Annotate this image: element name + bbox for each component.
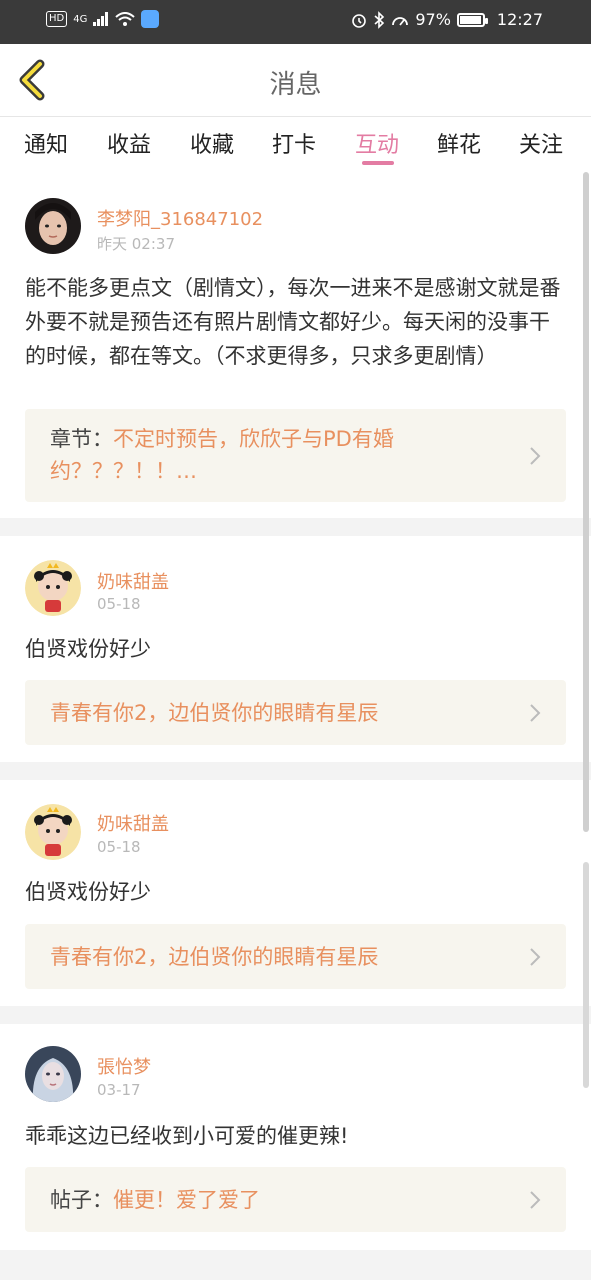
reference-title: 青春有你2，边伯贤你的眼睛有星辰 xyxy=(50,945,379,969)
scrollbar-thumb[interactable] xyxy=(583,862,589,1088)
chevron-right-icon xyxy=(530,948,541,966)
battery-icon xyxy=(456,12,488,27)
reference-title: 催更！爱了爱了 xyxy=(113,1188,260,1212)
reference-link[interactable]: 青春有你2，边伯贤你的眼睛有星辰 xyxy=(25,680,566,745)
tab-favorites[interactable]: 收藏 xyxy=(190,127,234,159)
comment-text: 能不能多更点文（剧情文），每次一进来不是感谢文就是番外要不就是预告还有照片剧情文… xyxy=(25,276,561,368)
comment-text: 伯贤戏份好少 xyxy=(25,637,151,661)
username[interactable]: 李梦阳_316847102 xyxy=(97,205,263,231)
username[interactable]: 張怡梦 xyxy=(97,1053,151,1079)
tab-notice[interactable]: 通知 xyxy=(24,127,68,159)
comment-text: 乖乖这边已经收到小可爱的催更辣! xyxy=(25,1124,349,1148)
timestamp: 昨天 02:37 xyxy=(97,235,175,253)
tab-earnings[interactable]: 收益 xyxy=(107,127,151,159)
reference-type-label: 章节： xyxy=(50,427,113,451)
tab-checkin[interactable]: 打卡 xyxy=(272,127,316,159)
chevron-right-icon xyxy=(530,447,541,465)
active-tab-indicator xyxy=(362,161,394,165)
speed-icon xyxy=(392,16,409,26)
status-bar: HD 4G 97% 12:27 xyxy=(0,0,591,44)
reference-link[interactable]: 帖子：催更！爱了爱了 xyxy=(25,1167,566,1232)
message-card[interactable]: 奶味甜盖 05-18 伯贤戏份好少 青春有你2，边伯贤你的眼睛有星辰 xyxy=(0,536,591,762)
bluetooth-icon xyxy=(374,10,385,29)
app-notification-icon xyxy=(141,10,160,28)
tab-bar: 通知 收益 收藏 打卡 互动 鲜花 关注 xyxy=(0,117,591,172)
message-card[interactable]: 張怡梦 03-17 乖乖这边已经收到小可爱的催更辣! 帖子：催更！爱了爱了 xyxy=(0,1024,591,1250)
chevron-right-icon xyxy=(530,704,541,722)
username[interactable]: 奶味甜盖 xyxy=(97,810,169,836)
avatar[interactable] xyxy=(25,804,81,860)
nav-header: 消息 xyxy=(0,44,591,117)
signal-icon xyxy=(93,12,109,26)
reference-type-label: 帖子： xyxy=(50,1188,113,1212)
network-type: 4G xyxy=(73,13,88,25)
hd-indicator: HD xyxy=(46,11,68,27)
reference-title: 青春有你2，边伯贤你的眼睛有星辰 xyxy=(50,701,379,725)
scrollbar-track[interactable] xyxy=(583,172,589,832)
page-title: 消息 xyxy=(269,70,322,100)
clock: 12:27 xyxy=(496,10,543,29)
comment-text: 伯贤戏份好少 xyxy=(25,880,151,904)
chevron-right-icon xyxy=(530,1191,541,1209)
reference-link[interactable]: 青春有你2，边伯贤你的眼睛有星辰 xyxy=(25,924,566,989)
alarm-icon xyxy=(352,13,367,28)
tab-following[interactable]: 关注 xyxy=(519,127,563,159)
battery-percent: 97% xyxy=(415,10,451,29)
tab-flowers[interactable]: 鲜花 xyxy=(437,127,481,159)
timestamp: 05-18 xyxy=(97,838,141,856)
wifi-icon xyxy=(115,12,136,26)
tab-interaction[interactable]: 互动 xyxy=(355,127,399,159)
timestamp: 03-17 xyxy=(97,1081,141,1099)
message-card[interactable]: 李梦阳_316847102 昨天 02:37 能不能多更点文（剧情文），每次一进… xyxy=(0,172,591,518)
avatar[interactable] xyxy=(25,560,81,616)
avatar[interactable] xyxy=(25,1046,81,1102)
username[interactable]: 奶味甜盖 xyxy=(97,568,169,594)
timestamp: 05-18 xyxy=(97,595,141,613)
message-card[interactable]: 奶味甜盖 05-18 伯贤戏份好少 青春有你2，边伯贤你的眼睛有星辰 xyxy=(0,780,591,1006)
avatar[interactable] xyxy=(25,198,81,254)
reference-link[interactable]: 章节：不定时预告，欣欣子与PD有婚约？？？！！… xyxy=(25,409,566,502)
